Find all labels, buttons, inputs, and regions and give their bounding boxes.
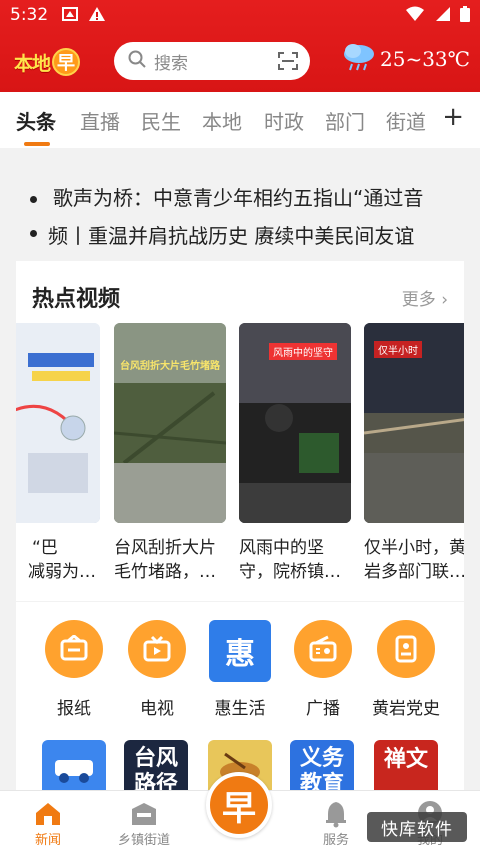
bullet-icon (30, 230, 37, 237)
scan-icon[interactable] (278, 52, 298, 74)
nav-news[interactable]: 新闻 (8, 799, 88, 848)
tab-live[interactable]: 直播 (80, 106, 120, 135)
video-titles: “巴 减弱为… 台风刮折大片 毛竹堵路，… 风雨中的坚 守，院桥镇… 仅半小时，… (16, 536, 464, 586)
video-title[interactable]: 台风刮折大片 毛竹堵路，… (114, 536, 230, 584)
newspaper-icon (45, 620, 103, 678)
signal-icon (434, 6, 450, 27)
active-tab-indicator (24, 142, 50, 146)
news-ticker: 歌声为桥：中意青少年相约五指山“通过音 频丨重温并肩抗战历史 赓续中美民间友谊 (0, 160, 480, 260)
video-carousel[interactable]: 台风刮折大片毛竹堵路 风雨中的坚守 仅半小时 (16, 323, 464, 523)
thumb-tag: 风雨中的坚守 (269, 343, 337, 360)
service-tv[interactable]: 电视 (117, 620, 197, 719)
video-title[interactable]: 仅半小时，黄 岩多部门联… (364, 536, 464, 584)
tab-livelihood[interactable]: 民生 (141, 106, 181, 135)
video-title[interactable]: 风雨中的坚 守，院桥镇… (239, 536, 355, 584)
search-placeholder: 搜索 (154, 53, 188, 74)
logo-text: 本地 (14, 52, 51, 75)
nav-label: 服务 (322, 833, 349, 848)
status-icons (406, 6, 470, 27)
tv-icon (128, 620, 186, 678)
tab-department[interactable]: 部门 (325, 106, 365, 135)
service-label: 惠生活 (214, 699, 266, 719)
warning-icon (88, 6, 105, 22)
radio-icon (294, 620, 352, 678)
section-title: 热点视频 (32, 287, 121, 312)
book-icon (377, 620, 435, 678)
logo-badge: 早 (52, 48, 81, 76)
service-label: 报纸 (57, 699, 91, 719)
video-thumb[interactable]: 台风刮折大片毛竹堵路 (114, 323, 226, 523)
status-time: 5:32 (10, 5, 49, 25)
ticker-item-bullet (30, 220, 53, 244)
chevron-right-icon: › (441, 290, 448, 310)
wifi-icon (406, 6, 424, 27)
search-icon (128, 50, 146, 72)
nav-street[interactable]: 乡镇街道 (104, 799, 184, 848)
thumb-tag: 仅半小时 (374, 341, 422, 358)
weather-widget[interactable]: 25~33℃ (342, 42, 470, 76)
nav-service[interactable]: 服务 (296, 799, 376, 848)
notification-icon (62, 6, 78, 22)
add-channel-button[interactable]: + (442, 102, 464, 132)
bullet-icon (30, 196, 37, 203)
watermark: 快库软件 (367, 812, 467, 842)
app-header: 5:32 本地 早 搜索 25~33℃ (0, 0, 480, 92)
typhoon-map-image (16, 323, 100, 523)
service-label: 黄岩党史 (372, 699, 440, 719)
video-thumb[interactable]: 风雨中的坚守 (239, 323, 351, 523)
ticker-item[interactable]: 歌声为桥：中意青少年相约五指山“通过音 (30, 182, 423, 211)
bamboo-scene-image (114, 323, 226, 523)
nav-label: 乡镇街道 (117, 833, 170, 848)
hui-icon: 惠 (209, 620, 271, 682)
nav-label: 新闻 (34, 833, 61, 848)
tab-street[interactable]: 街道 (386, 106, 426, 135)
hot-video-section: 热点视频 更多 › 台风刮折大片毛竹堵路 风雨中的坚守 仅半小时 “巴 减弱为…… (16, 261, 464, 601)
more-link[interactable]: 更多 › (402, 285, 448, 310)
channel-tabs: 头条 直播 民生 本地 时政 部门 街道 + (0, 92, 480, 148)
service-party-history[interactable]: 黄岩党史 (366, 620, 446, 719)
video-thumb[interactable] (16, 323, 100, 523)
tab-politics[interactable]: 时政 (264, 106, 304, 135)
car-illustration-icon (55, 760, 93, 783)
service-label: 广播 (306, 699, 340, 719)
search-bar[interactable]: 搜索 (114, 42, 310, 80)
service-newspaper[interactable]: 报纸 (34, 620, 114, 719)
video-thumb[interactable]: 仅半小时 (364, 323, 464, 523)
bell-icon (296, 799, 376, 829)
ticker-item[interactable]: 频丨重温并肩抗战历史 赓续中美民间友谊 (48, 220, 414, 249)
service-radio[interactable]: 广播 (283, 620, 363, 719)
street-icon (104, 799, 184, 829)
weather-temperature: 25~33℃ (380, 47, 471, 71)
service-hui[interactable]: 惠 惠生活 (200, 620, 280, 719)
service-label: 电视 (140, 699, 174, 719)
center-action-button[interactable]: 早 (206, 772, 272, 838)
battery-icon (460, 6, 470, 27)
thumb-caption: 台风刮折大片毛竹堵路 (120, 361, 220, 372)
status-bar: 5:32 (0, 0, 480, 30)
tab-local[interactable]: 本地 (202, 106, 242, 135)
cloud-rain-icon (342, 42, 376, 76)
app-logo[interactable]: 本地 早 (14, 46, 81, 78)
home-icon (8, 799, 88, 829)
tab-headline[interactable]: 头条 (16, 106, 56, 135)
